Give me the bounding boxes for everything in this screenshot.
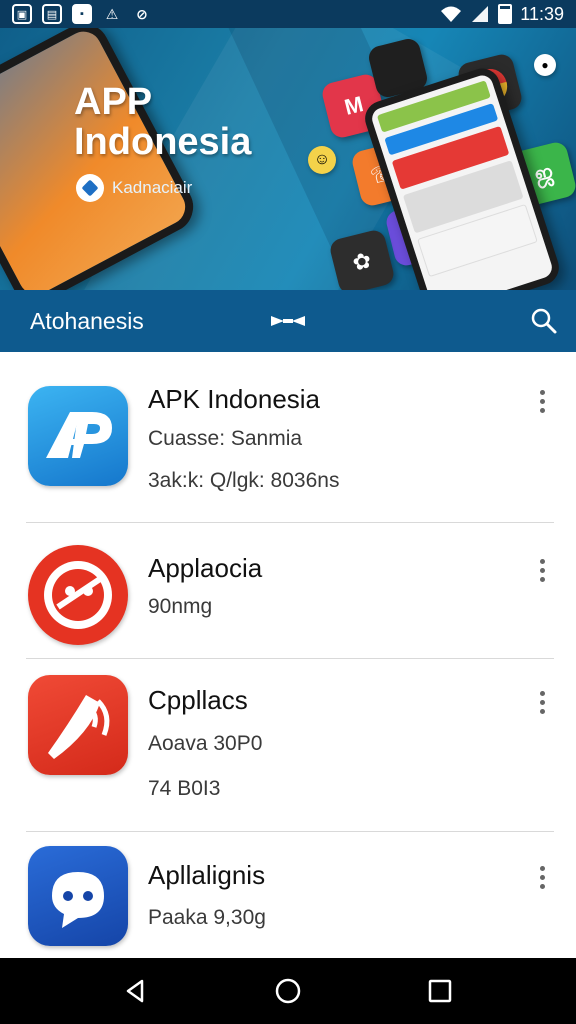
banner-title-line1: APP: [74, 81, 153, 123]
status-right: 11:39: [440, 4, 564, 25]
phone-call-icon: [28, 675, 128, 775]
app-detail: Cuasse: Sanmia: [148, 427, 303, 450]
app-detail: 3ak:k: Q/lgk: 8036ns: [148, 469, 340, 492]
more-options-icon[interactable]: [536, 390, 548, 416]
app-detail: Paaka 9,30g: [148, 906, 266, 929]
recents-icon[interactable]: [426, 977, 454, 1005]
app-detail: Aoava 30P0: [148, 732, 263, 755]
banner-title-line2: Indonesia: [74, 121, 252, 163]
gallery-icon: ▣: [12, 4, 32, 24]
block-icon: ⊘: [136, 5, 148, 22]
cell-signal-icon: [472, 6, 489, 22]
list-item[interactable]: Apllalignis Paaka 9,30g: [26, 832, 554, 972]
banner-title: APP Indonesia: [74, 82, 251, 162]
app-list: APK Indonesia Cuasse: Sanmia 3ak:k: Q/lg…: [0, 352, 576, 972]
battery-icon: [498, 4, 513, 24]
status-bar: ▣ ▤ ▪ ⚠ ⊘ 11:39: [0, 0, 576, 28]
more-options-icon[interactable]: [536, 866, 548, 892]
red-circle-logo-icon: [28, 545, 128, 645]
more-options-icon[interactable]: [536, 691, 548, 717]
list-item[interactable]: Applaocia 90nmg: [26, 523, 554, 659]
emoji-badge-icon: ☺: [308, 146, 336, 174]
navigation-bar: [0, 958, 576, 1024]
back-icon[interactable]: [122, 977, 150, 1005]
apk-logo-icon: [28, 386, 128, 486]
list-item[interactable]: APK Indonesia Cuasse: Sanmia 3ak:k: Q/lg…: [26, 352, 554, 523]
app-title: APK Indonesia: [148, 384, 321, 414]
search-icon[interactable]: [530, 307, 558, 335]
banner-subtitle-row: Kadnaciair: [76, 174, 192, 202]
app-bar: Atohanesis: [0, 290, 576, 352]
home-icon[interactable]: [274, 977, 302, 1005]
status-time: 11:39: [520, 3, 564, 24]
bow-icon[interactable]: [270, 314, 306, 328]
app-title: Apllalignis: [148, 860, 266, 890]
notification-icon: ▪: [72, 4, 92, 24]
wifi-icon: [441, 6, 462, 22]
status-left: ▣ ▤ ▪ ⚠ ⊘: [12, 4, 152, 24]
signal-alert-icon: ⚠: [105, 5, 119, 22]
list-item[interactable]: Cppllacs Aoava 30P0 74 B0I3: [26, 659, 554, 832]
app-detail: 74 B0I3: [148, 777, 221, 800]
chat-bubble-icon: [28, 846, 128, 946]
small-badge-icon: ●: [534, 54, 556, 76]
document-icon: ▤: [42, 4, 62, 24]
more-options-icon[interactable]: [536, 559, 548, 585]
banner-subtitle: Kadnaciair: [112, 178, 193, 197]
app-title: Applaocia: [148, 553, 263, 583]
app-detail: 90nmg: [148, 595, 213, 618]
promo-banner[interactable]: APP Indonesia Kadnaciair M ☏ ➤ ✿ Z ஜ ☺ ●: [0, 28, 576, 290]
compass-icon: [76, 174, 104, 202]
app-bar-title: Atohanesis: [30, 307, 144, 334]
app-title: Cppllacs: [148, 685, 248, 715]
